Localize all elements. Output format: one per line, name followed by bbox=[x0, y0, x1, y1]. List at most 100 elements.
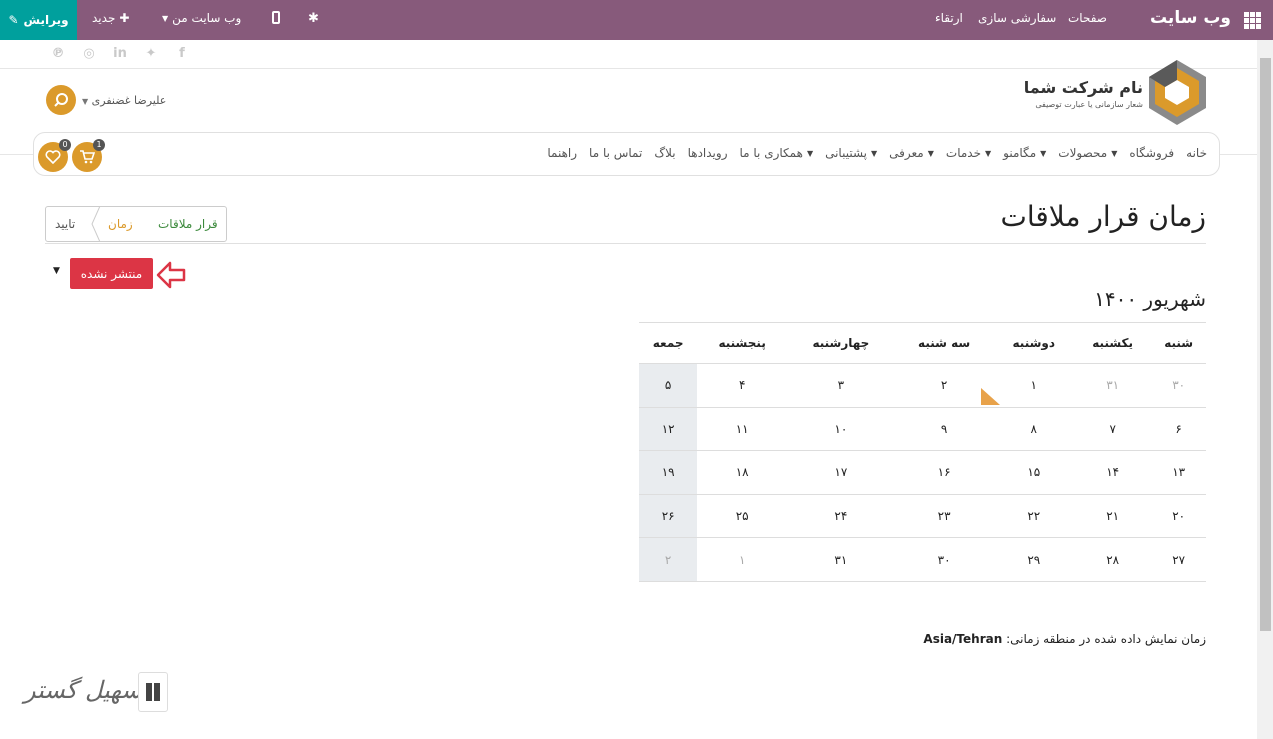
my-site-dropdown[interactable]: ▼ وب سایت من bbox=[162, 11, 241, 25]
calendar-month: شهریور ۱۴۰۰ bbox=[1094, 287, 1206, 311]
calendar-day[interactable]: ۱۶ bbox=[894, 450, 994, 495]
new-button[interactable]: جدید ✚ bbox=[92, 11, 129, 25]
company-logo[interactable] bbox=[1149, 60, 1206, 125]
calendar-day[interactable]: ۱۲ bbox=[639, 407, 698, 452]
user-menu[interactable]: ▼ علیرضا غضنفری bbox=[82, 94, 166, 107]
calendar-day[interactable]: ۲۲ bbox=[993, 494, 1075, 539]
scrollbar-thumb[interactable] bbox=[1260, 58, 1271, 631]
mobile-preview-button[interactable] bbox=[272, 11, 280, 24]
unpublished-button[interactable]: منتشر نشده bbox=[70, 258, 153, 289]
nav-item[interactable]: پشتیبانی ▼ bbox=[825, 146, 877, 160]
calendar-day[interactable]: ۲۱ bbox=[1074, 494, 1152, 539]
calendar-day[interactable]: ۲۹ bbox=[993, 537, 1075, 582]
step-appointment[interactable]: قرار ملاقات bbox=[158, 217, 218, 231]
calendar-day[interactable]: ۱۸ bbox=[697, 450, 788, 495]
nav-item-label: پشتیبانی bbox=[825, 146, 867, 160]
calendar-day[interactable]: ۲۴ bbox=[787, 494, 895, 539]
calendar-day[interactable]: ۲۳ bbox=[894, 494, 994, 539]
calendar-day[interactable]: ۱۴ bbox=[1074, 450, 1152, 495]
watermark-text: تسهیل گستر bbox=[24, 676, 150, 704]
timezone-value: Asia/Tehran bbox=[923, 632, 1003, 646]
pinterest-icon[interactable]: ℗ bbox=[50, 46, 66, 61]
calendar-day[interactable]: ۱ bbox=[993, 363, 1075, 408]
new-button-label: جدید bbox=[92, 11, 116, 25]
weekday-header: چهارشنبه bbox=[787, 322, 895, 364]
calendar-week-row: ۱۳ ۱۴ ۱۵ ۱۶ ۱۷ ۱۸ ۱۹ bbox=[639, 450, 1206, 495]
nav-item[interactable]: خدمات ▼ bbox=[946, 146, 991, 160]
nav-item-label: همکاری با ما bbox=[739, 146, 803, 160]
edit-button[interactable]: ✎ ویرایش bbox=[0, 0, 77, 40]
chevron-down-icon[interactable]: ▼ bbox=[53, 266, 60, 276]
nav-item[interactable]: راهنما bbox=[547, 146, 577, 160]
weekday-header: دوشنبه bbox=[993, 322, 1075, 364]
calendar-day[interactable]: ۲۰ bbox=[1151, 494, 1206, 539]
calendar-day[interactable]: ۶ bbox=[1151, 407, 1206, 452]
calendar-day[interactable]: ۱۰ bbox=[787, 407, 895, 452]
nav-item[interactable]: همکاری با ما ▼ bbox=[739, 146, 813, 160]
nav-item[interactable]: فروشگاه bbox=[1129, 146, 1174, 160]
calendar-day[interactable]: ۲۵ bbox=[697, 494, 788, 539]
nav-item[interactable]: مگامنو ▼ bbox=[1003, 146, 1046, 160]
calendar-day[interactable]: ۱۷ bbox=[787, 450, 895, 495]
plus-icon: ✚ bbox=[119, 11, 130, 25]
app-brand[interactable]: وب سایت bbox=[1150, 8, 1231, 28]
step-time[interactable]: زمان bbox=[108, 217, 133, 231]
calendar-day[interactable]: ۲۷ bbox=[1151, 537, 1206, 582]
chevron-down-icon: ▼ bbox=[1040, 148, 1047, 158]
calendar-day[interactable]: ۳۰ bbox=[894, 537, 994, 582]
cart-button[interactable]: 1 bbox=[72, 139, 105, 172]
nav-item[interactable]: محصولات ▼ bbox=[1058, 146, 1117, 160]
heart-icon bbox=[45, 150, 61, 164]
timezone-label: زمان نمایش داده شده در منطقه زمانی: bbox=[1006, 632, 1206, 646]
nav-item[interactable]: تماس با ما bbox=[589, 146, 642, 160]
chevron-down-icon: ▼ bbox=[162, 13, 169, 23]
user-name: علیرضا غضنفری bbox=[91, 94, 167, 107]
calendar-day[interactable]: ۲۶ bbox=[639, 494, 698, 539]
chevron-down-icon: ▼ bbox=[871, 148, 878, 158]
nav-item[interactable]: خانه bbox=[1186, 146, 1207, 160]
calendar-day[interactable]: ۱۳ bbox=[1151, 450, 1206, 495]
calendar-day[interactable]: ۳ bbox=[787, 363, 895, 408]
nav-item-label: راهنما bbox=[547, 146, 578, 160]
calendar-day[interactable]: ۲ bbox=[639, 537, 698, 582]
weekday-header: جمعه bbox=[639, 322, 698, 364]
calendar-week-row: ۲۷ ۲۸ ۲۹ ۳۰ ۳۱ ۱ ۲ bbox=[639, 537, 1206, 582]
twitter-icon[interactable]: ✦ bbox=[143, 46, 159, 61]
admin-topbar: ✎ ویرایش جدید ✚ ▼ وب سایت من ✱ ارتقاء سف… bbox=[0, 0, 1273, 40]
pages-menu[interactable]: صفحات bbox=[1068, 11, 1107, 25]
calendar-day[interactable]: ۹ bbox=[894, 407, 994, 452]
calendar-header: شنبه یکشنبه دوشنبه سه شنبه چهارشنبه پنجشنبه جم… bbox=[639, 322, 1206, 364]
calendar-day[interactable]: ۳۱ bbox=[1074, 363, 1152, 408]
calendar-day[interactable]: ۱۱ bbox=[697, 407, 788, 452]
search-icon bbox=[54, 93, 68, 107]
upgrade-link[interactable]: ارتقاء bbox=[935, 11, 963, 25]
debug-button[interactable]: ✱ bbox=[308, 11, 319, 26]
calendar-day[interactable]: ۴ bbox=[697, 363, 788, 408]
calendar-day[interactable]: ۸ bbox=[993, 407, 1075, 452]
linkedin-icon[interactable]: in bbox=[112, 46, 128, 61]
calendar-day[interactable]: ۱۵ bbox=[993, 450, 1075, 495]
nav-item[interactable]: معرفی ▼ bbox=[889, 146, 934, 160]
nav-item-label: مگامنو bbox=[1003, 146, 1037, 160]
calendar-day[interactable]: ۳۱ bbox=[787, 537, 895, 582]
calendar-day[interactable]: ۵ bbox=[639, 363, 698, 408]
nav-item[interactable]: رویدادها bbox=[688, 146, 728, 160]
calendar-day[interactable]: ۳۰ bbox=[1151, 363, 1206, 408]
calendar-day[interactable]: ۷ bbox=[1074, 407, 1152, 452]
facebook-icon[interactable]: f bbox=[174, 46, 190, 61]
customize-label: سفارشی سازی bbox=[978, 11, 1057, 25]
instagram-icon[interactable]: ◎ bbox=[81, 46, 97, 61]
calendar-day[interactable]: ۱ bbox=[697, 537, 788, 582]
chevron-down-icon: ▼ bbox=[1111, 148, 1118, 158]
nav-item-label: محصولات bbox=[1058, 146, 1108, 160]
calendar-day[interactable]: ۱۹ bbox=[639, 450, 698, 495]
apps-grid-icon[interactable] bbox=[1244, 12, 1261, 29]
calendar-day[interactable]: ۲۸ bbox=[1074, 537, 1152, 582]
nav-item-label: تماس با ما bbox=[589, 146, 643, 160]
customize-menu[interactable]: سفارشی سازی bbox=[978, 11, 1056, 25]
company-slogan: شعار سازمانی یا عبارت توصیفی bbox=[1035, 100, 1143, 109]
calendar-day[interactable]: ۲ bbox=[894, 363, 994, 408]
wishlist-button[interactable]: 0 bbox=[38, 139, 71, 172]
nav-item[interactable]: بلاگ bbox=[654, 146, 675, 160]
search-button[interactable] bbox=[46, 85, 76, 115]
